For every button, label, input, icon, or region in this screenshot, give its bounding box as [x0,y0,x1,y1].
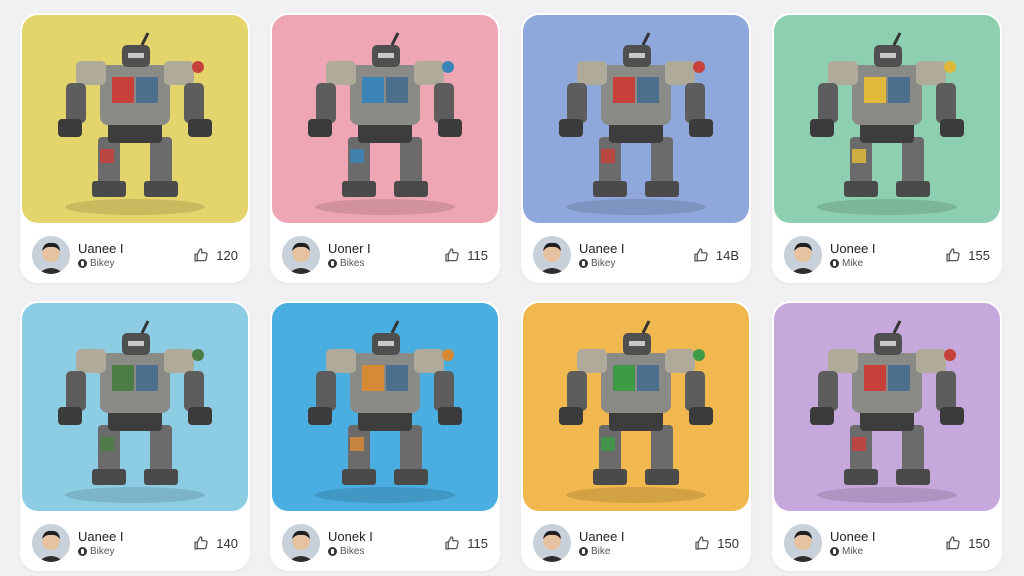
post-card[interactable]: Uonee I Mike 155 [772,13,1002,283]
author-name[interactable]: Uanee I [579,241,625,256]
author-tag: Bikey [579,258,615,269]
card-grid: Uanee I Bikey 120 Uoner I Bikes 115 Uane… [0,0,1024,576]
tag-label: Bikes [340,546,365,557]
like-count: 115 [467,247,488,263]
author-name[interactable]: Uanee I [78,241,124,256]
robot-image[interactable] [272,15,498,223]
card-footer: Uonee I Mike 155 [784,236,990,276]
thumbs-up-icon [693,534,711,552]
avatar[interactable] [533,236,571,274]
tag-label: Bike [591,546,611,557]
card-footer: Uanee I Bikey 14B [533,236,739,276]
author-name[interactable]: Uonek I [328,529,373,544]
card-footer: Uonee I Mike 150 [784,524,990,564]
bike-icon [328,259,337,268]
like-button[interactable]: 115 [443,534,488,552]
author-name[interactable]: Uoner I [328,241,371,256]
tag-label: Bikey [591,258,616,269]
bike-icon [579,259,588,268]
avatar[interactable] [784,236,822,274]
like-count: 155 [968,247,990,263]
bike-icon [328,547,337,556]
avatar[interactable] [32,236,70,274]
avatar[interactable] [32,524,70,562]
post-card[interactable]: Uonek I Bikes 115 [270,301,500,571]
avatar[interactable] [784,524,822,562]
like-count: 115 [467,535,488,551]
card-footer: Uanee I Bikey 140 [32,524,238,564]
robot-image[interactable] [272,303,498,511]
thumbs-up-icon [692,246,710,264]
like-count: 150 [968,535,990,551]
card-footer: Uoner I Bikes 115 [282,236,488,276]
thumbs-up-icon [443,534,461,552]
thumbs-up-icon [944,534,962,552]
robot-image[interactable] [22,15,248,223]
tag-label: Bikey [90,546,115,557]
robot-image[interactable] [22,303,248,511]
author-tag: Mike [830,258,863,269]
like-button[interactable]: 155 [944,246,990,264]
author-tag: Bikey [78,258,114,269]
post-card[interactable]: Uanee I Bike 150 [521,301,751,571]
thumbs-up-icon [192,246,210,264]
tag-label: Mike [842,258,864,269]
author-name[interactable]: Uonee I [830,529,876,544]
author-name[interactable]: Uanee I [78,529,124,544]
author-tag: Bikes [328,258,364,269]
like-button[interactable]: 115 [443,246,488,264]
like-button[interactable]: 150 [944,534,990,552]
post-card[interactable]: Uanee I Bikey 14B [521,13,751,283]
author-tag: Bikes [328,546,364,557]
avatar[interactable] [282,236,320,274]
bike-icon [78,259,87,268]
author-name[interactable]: Uanee I [579,529,625,544]
avatar[interactable] [282,524,320,562]
post-card[interactable]: Uonee I Mike 150 [772,301,1002,571]
post-card[interactable]: Uanee I Bikey 120 [20,13,250,283]
author-tag: Bikey [78,546,114,557]
post-card[interactable]: Uoner I Bikes 115 [270,13,500,283]
post-card[interactable]: Uanee I Bikey 140 [20,301,250,571]
like-count: 150 [717,535,739,551]
like-count: 140 [216,535,238,551]
author-tag: Mike [830,546,863,557]
robot-image[interactable] [523,15,749,223]
tag-label: Mike [842,546,864,557]
card-footer: Uanee I Bikey 120 [32,236,238,276]
bike-icon [830,547,839,556]
author-tag: Bike [579,546,610,557]
like-button[interactable]: 140 [192,534,238,552]
author-name[interactable]: Uonee I [830,241,876,256]
card-footer: Uonek I Bikes 115 [282,524,488,564]
thumbs-up-icon [944,246,962,264]
bike-icon [78,547,87,556]
tag-label: Bikes [340,258,365,269]
thumbs-up-icon [192,534,210,552]
bike-icon [830,259,839,268]
like-count: 14B [715,247,739,263]
like-button[interactable]: 150 [693,534,739,552]
avatar[interactable] [533,524,571,562]
robot-image[interactable] [523,303,749,511]
thumbs-up-icon [443,246,461,264]
card-footer: Uanee I Bike 150 [533,524,739,564]
bike-icon [579,547,588,556]
like-button[interactable]: 120 [192,246,238,264]
like-count: 120 [216,247,238,263]
robot-image[interactable] [774,303,1000,511]
like-button[interactable]: 14B [692,246,739,264]
robot-image[interactable] [774,15,1000,223]
tag-label: Bikey [90,258,115,269]
